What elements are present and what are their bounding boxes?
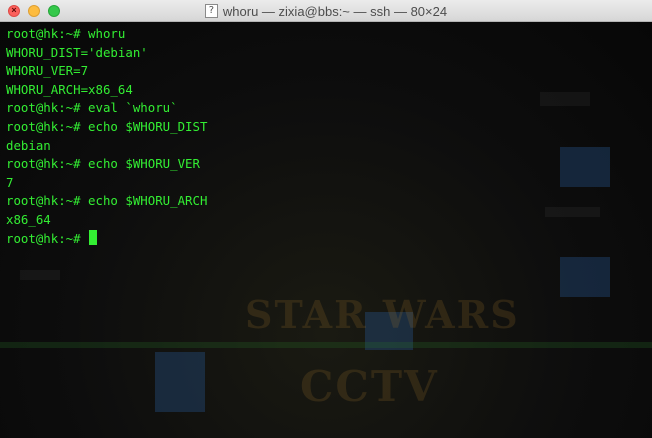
terminal-line: root@hk:~# echo $WHORU_DIST: [6, 118, 646, 137]
terminal-line-text: root@hk:~# eval `whoru`: [6, 100, 178, 116]
terminal-line-text: WHORU_VER=7: [6, 63, 89, 79]
window-title: whoru — zixia@bbs:~ — ssh — 80×24: [222, 3, 448, 19]
terminal-line-text: 7: [6, 174, 14, 190]
terminal-window: × ? whoru — zixia@bbs:~ — ssh — 80×24 ST…: [0, 0, 652, 438]
terminal-line: 7: [6, 174, 646, 193]
terminal-line-text: root@hk:~# echo $WHORU_VER: [6, 156, 200, 172]
title-bar[interactable]: × ? whoru — zixia@bbs:~ — ssh — 80×24: [0, 0, 652, 22]
terminal-content[interactable]: STAR WARS CCTV root@hk:~# whoru WHORU_DIS…: [0, 22, 652, 438]
terminal-line-text: x86_64: [6, 211, 51, 227]
document-icon: ?: [204, 4, 218, 18]
terminal-line-text: WHORU_ARCH=x86_64: [6, 81, 133, 97]
terminal-line: WHORU_VER=7: [6, 62, 646, 81]
terminal-line: x86_64: [6, 211, 646, 230]
wallpaper-band: [0, 342, 652, 348]
terminal-line: WHORU_ARCH=x86_64: [6, 81, 646, 100]
terminal-line: root@hk:~# whoru: [6, 25, 646, 44]
terminal-output[interactable]: root@hk:~# whoru WHORU_DIST='debian' WHORU…: [6, 25, 646, 248]
folder-icon: [560, 257, 610, 297]
terminal-line-text: root@hk:~# whoru: [6, 26, 126, 41]
wallpaper-wordmark-top: STAR WARS: [245, 292, 520, 337]
terminal-line-text: WHORU_DIST='debian': [6, 44, 148, 60]
terminal-line-text: root@hk:~#: [6, 230, 89, 246]
terminal-line-text: root@hk:~# echo $WHORU_ARCH: [6, 193, 208, 209]
terminal-line: WHORU_DIST='debian': [6, 44, 646, 63]
cursor-block: [89, 229, 98, 245]
terminal-line: root@hk:~# echo $WHORU_VER: [6, 155, 646, 174]
terminal-line-text: debian: [6, 137, 51, 153]
terminal-line-text: root@hk:~# echo $WHORU_DIST: [6, 118, 208, 134]
prompt-line: root@hk:~#: [6, 229, 646, 249]
terminal-line: debian: [6, 137, 646, 156]
terminal-line: root@hk:~# echo $WHORU_ARCH: [6, 192, 646, 211]
desktop-icon-ghost: [20, 270, 60, 280]
terminal-line: root@hk:~# eval `whoru`: [6, 99, 646, 118]
folder-icon: [155, 352, 205, 412]
wallpaper-wordmark-bottom: CCTV: [300, 362, 439, 411]
window-title-group: ? whoru — zixia@bbs:~ — ssh — 80×24: [0, 0, 652, 22]
